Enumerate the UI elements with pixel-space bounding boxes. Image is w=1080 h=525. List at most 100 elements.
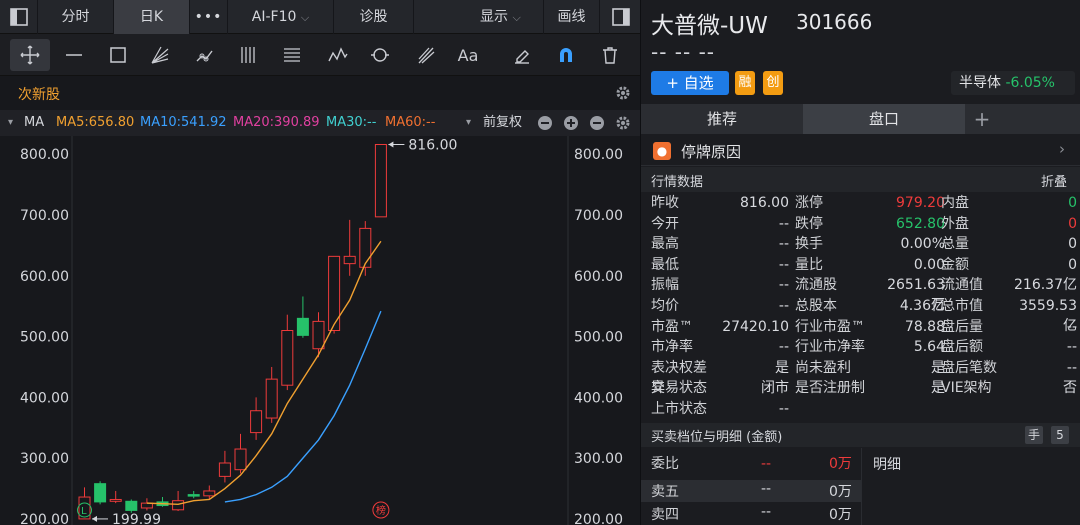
stat-label: 最高 bbox=[651, 236, 679, 253]
fib-icon[interactable] bbox=[272, 39, 312, 71]
stat-value: -- bbox=[1066, 318, 1077, 335]
chart-topbar: 分时 日K ••• AI-F10 ⌵ 诊股 显示 ⌵ 画线 bbox=[0, 0, 640, 34]
margin-badge[interactable]: 融 bbox=[735, 71, 755, 95]
drawing-toolbar: Aa bbox=[0, 34, 640, 76]
sub-header: 次新股 bbox=[0, 76, 640, 110]
stat-label: 盘后笔数 bbox=[941, 359, 997, 376]
stat-label: 市盈™ bbox=[651, 318, 693, 335]
y-tick-left: 700.00 bbox=[20, 208, 69, 224]
gann-icon[interactable] bbox=[406, 39, 446, 71]
stat-value: -- bbox=[778, 236, 789, 253]
bidask-header: 买卖档位与明细 (金额) 手 5 bbox=[641, 423, 1080, 447]
kline-chart[interactable]: 800.00 800.00 700.00 700.00 600.00 600.00 500.… bbox=[0, 136, 640, 525]
y-tick-right: 300.00 bbox=[574, 451, 623, 467]
y-tick-left: 200.00 bbox=[20, 512, 69, 525]
sell5-amount: 0万 bbox=[829, 484, 852, 500]
sector-chip[interactable]: 半导体 -6.05% bbox=[951, 71, 1075, 95]
adjust-mode[interactable]: 前复权 bbox=[483, 110, 522, 136]
eraser-icon[interactable] bbox=[502, 39, 542, 71]
wave-icon[interactable] bbox=[318, 39, 358, 71]
chevron-down-icon[interactable]: ▾ bbox=[8, 110, 13, 136]
stat-value: 216.37亿 bbox=[1014, 277, 1077, 294]
magnet-icon[interactable] bbox=[546, 39, 586, 71]
line-icon[interactable] bbox=[54, 39, 94, 71]
stat-label: 内盘 bbox=[941, 195, 969, 211]
crosshair-icon[interactable] bbox=[10, 39, 50, 71]
panel-right-icon[interactable] bbox=[602, 0, 640, 34]
tab-daily-k[interactable]: 日K bbox=[114, 0, 190, 34]
panel-left-icon[interactable] bbox=[0, 0, 38, 34]
halt-reason-row[interactable]: ● 停牌原因 › bbox=[641, 136, 1080, 166]
quote-panel: 大普微-UW 301666 -- -- -- + 自选 融 创 半导体 -6.0… bbox=[640, 0, 1080, 525]
sector-change: -6.05% bbox=[1005, 75, 1055, 91]
tab-orderbook[interactable]: 盘口 bbox=[803, 104, 965, 134]
stat-value: 0 bbox=[1068, 256, 1077, 273]
stat-label: 总股本 bbox=[795, 298, 837, 314]
sector-name: 半导体 bbox=[959, 75, 1001, 91]
stat-value: -- bbox=[1066, 339, 1077, 356]
detail-label: 明细 bbox=[873, 457, 901, 473]
stat-value: -- bbox=[778, 215, 789, 232]
more-button[interactable]: ••• bbox=[190, 0, 228, 34]
ma-name[interactable]: MA bbox=[24, 110, 44, 136]
orderbook: 委比 -- 0万 卖五 -- 0万 卖四 -- 0万 bbox=[641, 448, 861, 525]
market-data-title: 行情数据 bbox=[651, 175, 704, 190]
candle bbox=[359, 227, 372, 268]
chinext-badge[interactable]: 创 bbox=[763, 71, 783, 95]
rect-icon[interactable] bbox=[98, 39, 138, 71]
weibi-label: 委比 bbox=[651, 456, 679, 472]
stat-label: 昨收 bbox=[651, 195, 679, 211]
ma20-value: MA20:390.89 bbox=[233, 115, 320, 130]
vlines-icon[interactable] bbox=[228, 39, 268, 71]
ranking-marker-label: 榜 bbox=[376, 504, 386, 517]
sell5-row: 卖五 -- 0万 bbox=[641, 480, 861, 502]
fan-icon[interactable] bbox=[140, 39, 180, 71]
stat-value: 闭市 bbox=[761, 380, 789, 397]
high-label: 816.00 bbox=[408, 138, 457, 154]
stat-label: 表决权差异 bbox=[651, 359, 707, 396]
display-dropdown[interactable]: 显示 ⌵ bbox=[414, 0, 544, 34]
stats-table: 昨收 816.00 涨停 979.20 内盘 0 今开 -- 跌停 652.80 外盘 0 最高 -- 换手… bbox=[641, 193, 1080, 423]
sell5-price: -- bbox=[761, 481, 772, 497]
segment-icon[interactable] bbox=[184, 39, 224, 71]
add-watchlist-button[interactable]: + 自选 bbox=[651, 71, 729, 95]
tab-recommend[interactable]: 推荐 bbox=[641, 104, 803, 134]
sell4-price: -- bbox=[761, 504, 772, 520]
chevron-down-icon[interactable]: ▾ bbox=[466, 110, 471, 136]
stat-value: -- bbox=[1066, 359, 1077, 376]
gear-icon[interactable] bbox=[614, 84, 632, 106]
listing-marker-label: L bbox=[81, 506, 87, 517]
stat-label: 尚未盈利 bbox=[795, 359, 851, 376]
stat-label: 行业市净率 bbox=[795, 339, 865, 356]
stat-value: 3559.53亿 bbox=[1019, 298, 1077, 334]
market-data-header: 行情数据 折叠 bbox=[641, 167, 1080, 192]
text-icon[interactable]: Aa bbox=[448, 39, 488, 71]
draw-line-tab[interactable]: 画线 bbox=[544, 0, 600, 34]
stat-value: -- bbox=[778, 277, 789, 294]
ai-f10-tab[interactable]: AI-F10 ⌵ bbox=[228, 0, 334, 34]
y-tick-right: 400.00 bbox=[574, 390, 623, 406]
stat-value: -- bbox=[778, 401, 789, 417]
sector-label[interactable]: 次新股 bbox=[18, 84, 60, 104]
low-label: 199.99 bbox=[112, 512, 161, 525]
y-tick-left: 600.00 bbox=[20, 269, 69, 285]
hand-toggle[interactable]: 手 bbox=[1025, 426, 1043, 444]
stat-label: 盘后额 bbox=[941, 339, 983, 356]
display-label: 显示 bbox=[480, 9, 508, 25]
stat-value: 是 bbox=[931, 359, 945, 376]
price-placeholder: -- -- -- bbox=[651, 40, 716, 64]
stat-label: 今开 bbox=[651, 215, 679, 232]
stat-value: 5.64 bbox=[913, 339, 945, 356]
chevron-right-icon: › bbox=[1059, 140, 1065, 158]
stat-label: 振幅 bbox=[651, 277, 679, 294]
trash-icon[interactable] bbox=[590, 39, 630, 71]
cycle-icon[interactable] bbox=[360, 39, 400, 71]
ma5-value: MA5:656.80 bbox=[56, 115, 135, 130]
fold-button[interactable]: 折叠 bbox=[1041, 171, 1067, 190]
stat-label: 市净率 bbox=[651, 339, 693, 356]
candle bbox=[250, 410, 263, 434]
diagnose-tab[interactable]: 诊股 bbox=[334, 0, 414, 34]
add-tab-button[interactable]: + bbox=[967, 104, 997, 134]
depth-toggle[interactable]: 5 bbox=[1051, 426, 1069, 444]
tab-intraday[interactable]: 分时 bbox=[38, 0, 114, 34]
